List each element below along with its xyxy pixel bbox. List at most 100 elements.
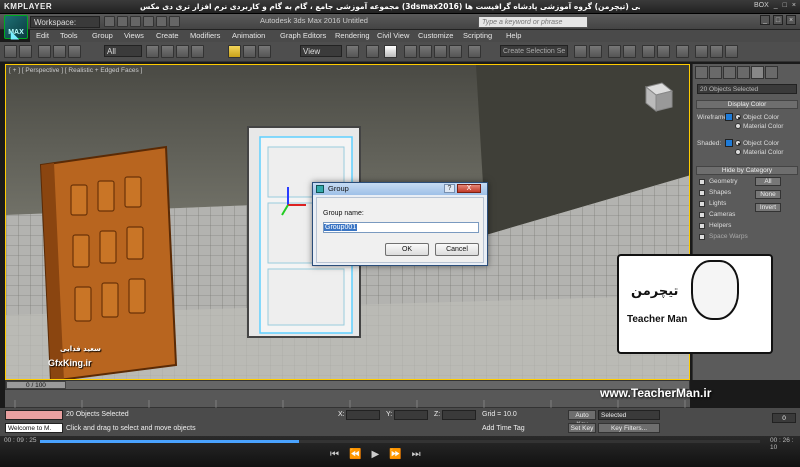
redo-icon[interactable] — [19, 45, 32, 58]
shaded-material-color-radio[interactable] — [735, 149, 741, 155]
z-coord-field[interactable] — [442, 410, 476, 420]
player-close-button[interactable]: × — [792, 2, 796, 9]
display-tab-icon[interactable] — [751, 66, 764, 79]
selection-filter-dropdown[interactable]: All — [104, 45, 142, 57]
geometry-checkbox[interactable] — [699, 179, 705, 185]
rendered-frame-window-icon[interactable] — [710, 45, 723, 58]
cameras-checkbox[interactable] — [699, 212, 705, 218]
time-slider[interactable]: 0 / 100 — [6, 381, 66, 389]
project-folder-icon[interactable] — [169, 16, 180, 27]
object-name-field[interactable]: 20 Objects Selected — [697, 84, 797, 94]
cancel-button[interactable]: Cancel — [435, 243, 479, 256]
shapes-checkbox[interactable] — [699, 190, 705, 196]
menu-tools[interactable]: Tools — [60, 31, 78, 40]
utilities-tab-icon[interactable] — [765, 66, 778, 79]
menu-create[interactable]: Create — [156, 31, 179, 40]
y-coord-field[interactable] — [394, 410, 428, 420]
curve-editor-icon[interactable] — [642, 45, 655, 58]
angle-snap-icon[interactable] — [419, 45, 432, 58]
application-button[interactable]: ◣ MAX — [4, 15, 28, 41]
spinner-snap-icon[interactable] — [449, 45, 462, 58]
add-time-tag[interactable]: Add Time Tag — [482, 425, 525, 432]
hierarchy-tab-icon[interactable] — [723, 66, 736, 79]
forward-icon[interactable]: ⏩ — [389, 449, 401, 460]
group-name-input[interactable]: Group001 — [323, 222, 479, 233]
wireframe-object-color-radio[interactable] — [735, 114, 741, 120]
ok-button[interactable]: OK — [385, 243, 429, 256]
hide-by-category-rollout[interactable]: Hide by Category — [696, 166, 798, 175]
set-key-button[interactable]: Set Key — [568, 423, 596, 433]
manipulate-icon[interactable] — [366, 45, 379, 58]
hide-invert-button[interactable]: Invert — [755, 203, 781, 212]
key-filters-button[interactable]: Key Filters... — [598, 423, 660, 433]
new-file-icon[interactable] — [104, 16, 115, 27]
menu-graph-editors[interactable]: Graph Editors — [280, 31, 326, 40]
undo-icon[interactable] — [143, 16, 154, 27]
edit-named-selection-icon[interactable] — [468, 45, 481, 58]
motion-tab-icon[interactable] — [737, 66, 750, 79]
menu-civil-view[interactable]: Civil View — [377, 31, 409, 40]
minimize-button[interactable]: _ — [760, 15, 770, 25]
selection-region-icon[interactable] — [176, 45, 189, 58]
x-coord-field[interactable] — [346, 410, 380, 420]
space-warps-checkbox[interactable] — [699, 234, 705, 240]
save-file-icon[interactable] — [130, 16, 141, 27]
select-object-icon[interactable] — [146, 45, 159, 58]
mirror-icon[interactable] — [574, 45, 587, 58]
auto-key-button[interactable]: Auto Key — [568, 410, 596, 428]
play-icon[interactable]: ▶ — [371, 449, 379, 460]
dialog-close-button[interactable]: X — [457, 184, 481, 193]
modify-tab-icon[interactable] — [709, 66, 722, 79]
workspace-dropdown[interactable]: Workspace: Default — [30, 16, 100, 38]
close-button[interactable]: × — [786, 15, 796, 25]
player-maximize-button[interactable]: □ — [783, 2, 787, 9]
viewport-label[interactable]: [ + ] [ Perspective ] [ Realistic + Edge… — [9, 67, 142, 74]
maximize-button[interactable]: □ — [773, 15, 783, 25]
keyboard-shortcut-override-icon[interactable] — [384, 45, 397, 58]
display-color-rollout[interactable]: Display Color — [696, 100, 798, 109]
named-selection-set-dropdown[interactable]: Create Selection Se — [500, 45, 568, 57]
redo-icon[interactable] — [156, 16, 167, 27]
reference-coordinate-dropdown[interactable]: View — [300, 45, 342, 57]
maxscript-listener[interactable] — [5, 410, 63, 420]
pivot-center-icon[interactable] — [346, 45, 359, 58]
keyword-search-input[interactable]: Type a keyword or phrase — [478, 16, 588, 28]
wireframe-color-swatch[interactable] — [725, 113, 733, 121]
render-production-icon[interactable] — [725, 45, 738, 58]
menu-group[interactable]: Group — [92, 31, 113, 40]
select-by-name-icon[interactable] — [161, 45, 174, 58]
shaded-object-color-radio[interactable] — [735, 140, 741, 146]
hide-all-button[interactable]: All — [755, 177, 781, 186]
menu-modifiers[interactable]: Modifiers — [190, 31, 220, 40]
lights-checkbox[interactable] — [699, 201, 705, 207]
render-setup-icon[interactable] — [695, 45, 708, 58]
dialog-help-button[interactable]: ? — [444, 184, 455, 193]
select-and-move-icon[interactable] — [228, 45, 241, 58]
menu-edit[interactable]: Edit — [36, 31, 49, 40]
player-minimize-button[interactable]: _ — [774, 2, 778, 9]
helpers-checkbox[interactable] — [699, 223, 705, 229]
next-icon[interactable]: ⏭ — [412, 449, 421, 460]
menu-animation[interactable]: Animation — [232, 31, 265, 40]
menu-rendering[interactable]: Rendering — [335, 31, 370, 40]
percent-snap-icon[interactable] — [434, 45, 447, 58]
track-bar[interactable] — [5, 390, 690, 408]
menu-help[interactable]: Help — [506, 31, 521, 40]
snaps-toggle-icon[interactable] — [404, 45, 417, 58]
unlink-icon[interactable] — [53, 45, 66, 58]
shaded-color-swatch[interactable] — [725, 139, 733, 147]
window-crossing-icon[interactable] — [191, 45, 204, 58]
layer-explorer-icon[interactable] — [608, 45, 621, 58]
current-frame-field[interactable]: 0 — [772, 413, 796, 423]
menu-views[interactable]: Views — [124, 31, 144, 40]
previous-icon[interactable]: ⏮ — [330, 449, 339, 460]
schematic-view-icon[interactable] — [657, 45, 670, 58]
select-and-rotate-icon[interactable] — [243, 45, 256, 58]
open-file-icon[interactable] — [117, 16, 128, 27]
key-mode-dropdown[interactable]: Selected — [598, 410, 660, 420]
maxscript-welcome[interactable]: Welcome to M. — [5, 423, 63, 433]
hide-none-button[interactable]: None — [755, 190, 781, 199]
player-box-button[interactable]: BOX — [754, 2, 769, 9]
material-editor-icon[interactable] — [676, 45, 689, 58]
menu-customize[interactable]: Customize — [418, 31, 453, 40]
